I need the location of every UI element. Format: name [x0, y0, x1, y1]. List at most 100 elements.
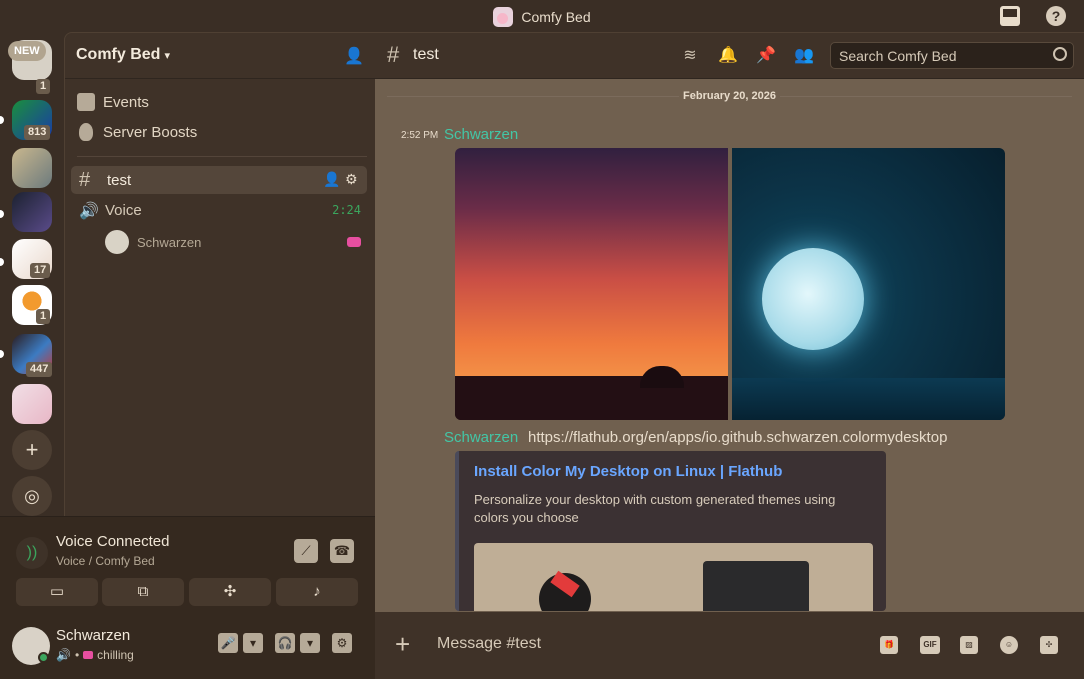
- server-badge-6: 1: [36, 309, 51, 324]
- unread-pill: [0, 116, 4, 124]
- link-embed: Install Color My Desktop on Linux | Flat…: [455, 451, 886, 611]
- gift-icon[interactable]: 🎁: [880, 636, 898, 654]
- message-link[interactable]: https://flathub.org/en/apps/io.github.sc…: [528, 429, 947, 446]
- avatar: [105, 230, 129, 254]
- server-name[interactable]: Comfy Bed ▾: [76, 46, 170, 64]
- audio-options-chevron-icon[interactable]: ▾: [300, 633, 320, 653]
- date-divider: February 20, 2026: [375, 90, 1084, 102]
- speaker-icon: 🔊: [56, 648, 71, 662]
- message-input[interactable]: [437, 634, 857, 654]
- voice-connected-subtitle[interactable]: Voice / Comfy Bed: [56, 554, 155, 568]
- speaker-icon: 🔊: [79, 203, 99, 220]
- attach-plus-icon[interactable]: +: [395, 631, 410, 657]
- window-title-text: Comfy Bed: [521, 9, 591, 25]
- title-bar: Comfy Bed ?: [0, 0, 1084, 32]
- gif-icon[interactable]: GIF: [920, 636, 940, 654]
- search-box[interactable]: [830, 42, 1074, 69]
- help-icon[interactable]: ?: [1046, 6, 1066, 26]
- discover-compass-icon[interactable]: ◎: [12, 476, 52, 516]
- channel-sidebar: Comfy Bed ▾ 👤 Events Server Boosts # test…: [64, 32, 376, 516]
- message-composer: + 🎁 GIF ▨ ☺ ✣: [375, 612, 1084, 679]
- events-label: Events: [103, 93, 149, 111]
- channel-test-label: test: [107, 171, 132, 189]
- server-boosts-label: Server Boosts: [103, 123, 198, 141]
- user-name[interactable]: Schwarzen: [56, 627, 130, 644]
- embed-description: Personalize your desktop with custom gen…: [474, 492, 836, 525]
- camera-off-button[interactable]: ▭: [16, 578, 98, 606]
- channel-title: test: [413, 46, 439, 63]
- app-window-preview: [703, 561, 809, 611]
- pin-icon[interactable]: 📌: [756, 46, 776, 66]
- chat-area: # test ≋ 🔔 📌 👥 February 20, 2026 2:52 PM…: [375, 32, 1084, 679]
- date-divider-text: February 20, 2026: [679, 90, 780, 102]
- add-server-icon[interactable]: +: [12, 430, 52, 470]
- channel-actions: 👤 ⚙: [323, 171, 361, 187]
- server-boosts-item[interactable]: Server Boosts: [77, 117, 197, 147]
- server-icon-comfy-bed[interactable]: [12, 384, 52, 424]
- server-icon-4[interactable]: [12, 192, 52, 232]
- mic-options-chevron-icon[interactable]: ▾: [243, 633, 263, 653]
- couch-activity-icon: [347, 237, 361, 247]
- disconnect-icon[interactable]: ☎: [330, 539, 354, 563]
- status-separator: •: [74, 648, 80, 662]
- noise-suppression-icon[interactable]: ⟋: [294, 539, 318, 563]
- boost-gem-icon: [79, 123, 93, 141]
- apps-icon[interactable]: ✣: [1040, 636, 1058, 654]
- server-avatar-icon: [493, 7, 514, 27]
- moon-graphic: [762, 248, 864, 350]
- online-status-icon: [38, 652, 49, 663]
- microphone-icon[interactable]: 🎤: [218, 633, 238, 653]
- invite-icon[interactable]: 👤: [323, 171, 340, 187]
- server-badge-1: 1: [36, 79, 51, 94]
- water-reflection: [732, 378, 1005, 420]
- window-title: Comfy Bed: [0, 7, 1084, 27]
- search-icon: [1053, 47, 1067, 61]
- soundboard-button[interactable]: ♪: [276, 578, 358, 606]
- hash-icon: #: [79, 168, 91, 191]
- sticker-icon[interactable]: ▨: [960, 636, 978, 654]
- activities-button[interactable]: ✣: [189, 578, 271, 606]
- moon-image-attachment[interactable]: [732, 148, 1005, 420]
- unread-pill: [0, 350, 4, 358]
- user-settings-gear-icon[interactable]: ⚙: [332, 633, 352, 653]
- search-input[interactable]: [839, 47, 1039, 65]
- custom-status-text: chilling: [97, 648, 134, 662]
- message-author[interactable]: Schwarzen: [444, 429, 518, 446]
- voice-user-name: Schwarzen: [137, 234, 202, 250]
- notification-bell-icon[interactable]: 🔔: [718, 46, 738, 66]
- voice-user[interactable]: Schwarzen: [105, 230, 201, 254]
- threads-icon[interactable]: ≋: [680, 46, 700, 66]
- channel-voice[interactable]: 🔊 Voice 2:24: [71, 196, 367, 224]
- channel-header: # test ≋ 🔔 📌 👥: [375, 33, 1084, 79]
- user-panel: )) Voice Connected Voice / Comfy Bed ⟋ ☎…: [0, 516, 375, 679]
- embed-title-link[interactable]: Install Color My Desktop on Linux | Flat…: [474, 463, 782, 480]
- invite-people-icon[interactable]: 👤: [344, 46, 364, 66]
- member-list-icon[interactable]: 👥: [794, 46, 814, 66]
- channel-voice-label: Voice: [105, 201, 142, 219]
- headphones-icon[interactable]: 🎧: [275, 633, 295, 653]
- ground-silhouette: [455, 376, 728, 420]
- unread-pill: [0, 210, 4, 218]
- server-icon-3[interactable]: [12, 148, 52, 188]
- server-header[interactable]: Comfy Bed ▾ 👤: [65, 33, 376, 79]
- couch-icon: [83, 651, 94, 659]
- gear-icon[interactable]: ⚙: [345, 171, 361, 187]
- sunset-image-attachment[interactable]: [455, 148, 728, 420]
- screen-share-button[interactable]: ⧉: [102, 578, 184, 606]
- server-rail: NEW 1 813 17 1 447 + ◎: [0, 32, 64, 516]
- voice-connected-title[interactable]: Voice Connected: [56, 533, 169, 550]
- inbox-icon[interactable]: [1000, 6, 1020, 26]
- message-timestamp: 2:52 PM: [401, 130, 439, 141]
- signal-icon: )): [16, 537, 48, 569]
- channel-test[interactable]: # test 👤 ⚙: [71, 166, 367, 194]
- chevron-down-icon: ▾: [164, 50, 170, 62]
- events-item[interactable]: Events: [77, 87, 149, 117]
- server-badge-5: 17: [30, 263, 51, 278]
- new-badge: NEW: [8, 41, 46, 61]
- dome-silhouette: [640, 366, 684, 388]
- server-badge-2: 813: [24, 125, 51, 140]
- embed-preview-image[interactable]: [474, 543, 873, 611]
- message-author[interactable]: Schwarzen: [444, 126, 518, 143]
- emoji-icon[interactable]: ☺: [1000, 636, 1018, 654]
- divider: [77, 156, 367, 157]
